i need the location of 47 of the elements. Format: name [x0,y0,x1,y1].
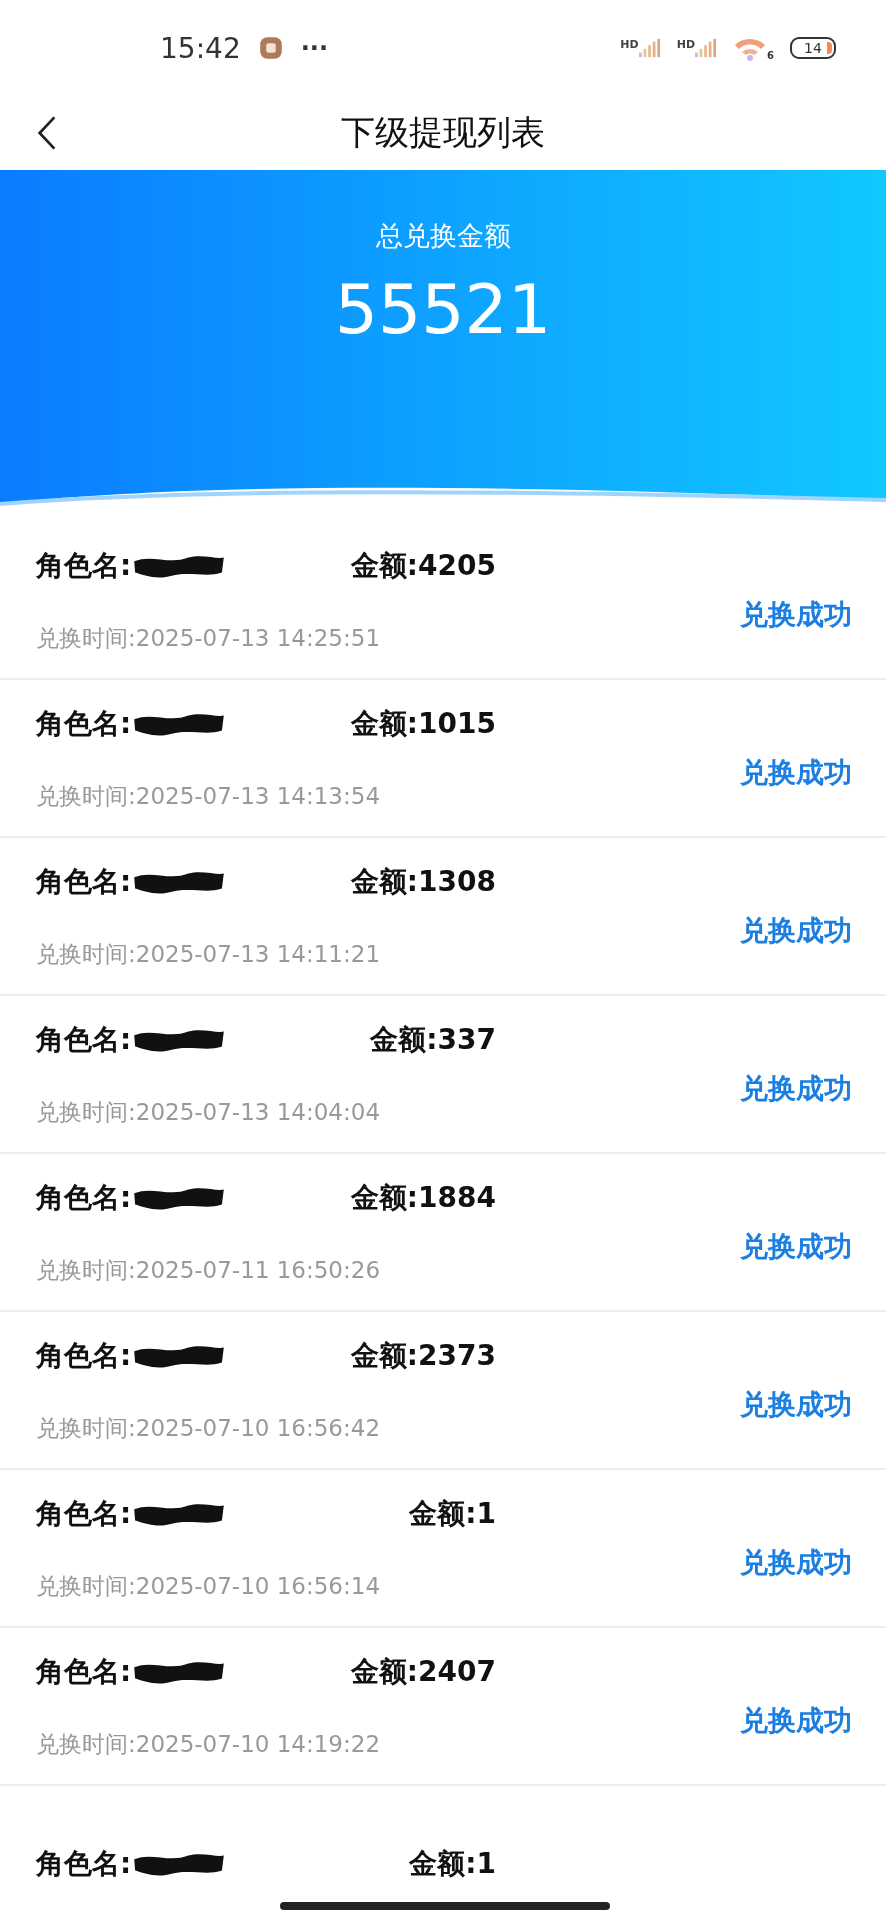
battery-level: 14 [804,40,822,56]
exchange-time: 兑换时间:2025-07-10 14:19:22 [36,1729,382,1759]
wifi-number-label: 6 [767,50,774,61]
amount-text: 金额:1308 [350,863,496,900]
amount-text: 金额:1884 [350,1179,496,1216]
role-name-label: 角色名: [36,705,132,742]
signal-icon [638,38,661,58]
exchange-time: 兑换时间:2025-07-13 14:25:51 [36,623,382,653]
role-name-label: 角色名: [36,863,132,900]
summary-total: 55521 [334,270,552,349]
exchange-time: 兑换时间:2025-07-11 16:50:26 [36,1255,382,1285]
amount-text: 金额:1 [409,1846,496,1882]
role-name-label: 角色名: [36,1653,132,1690]
amount-text: 金额:2373 [350,1337,496,1374]
status-text: 兑换成功 [740,913,852,949]
amount-text: 金额:4205 [350,547,496,584]
signal-icon [695,38,718,58]
exchange-time: 兑换时间:2025-07-10 16:56:14 [36,1571,382,1601]
role-name-label: 角色名: [36,1495,132,1532]
status-text: 兑换成功 [740,1229,852,1265]
page-title: 下级提现列表 [341,111,545,154]
exchange-time: 兑换时间:2025-07-13 14:13:54 [36,781,382,811]
amount-text: 金额:337 [370,1021,496,1058]
status-text: 兑换成功 [740,1387,852,1423]
app-icon [258,36,283,60]
amount-text: 金额:2407 [350,1653,496,1690]
amount-text: 金额:1 [409,1495,496,1532]
role-name-label: 角色名: [36,1021,132,1058]
clock-time: 15:42 [160,31,241,65]
battery-fill [827,42,832,54]
hd-label: HD [676,38,696,51]
status-text: 兑换成功 [740,1703,852,1739]
more-dots: ··· [300,34,329,62]
status-text: 兑换成功 [740,1545,852,1581]
role-name-label: 角色名: [36,1179,132,1216]
exchange-time: 兑换时间:2025-07-13 14:04:04 [36,1097,382,1127]
status-text: 兑换成功 [740,1071,852,1107]
exchange-time: 兑换时间:2025-07-13 14:11:21 [36,939,382,969]
amount-text: 金额:1015 [350,705,496,742]
role-name-label: 角色名: [36,547,132,584]
status-text: 兑换成功 [740,597,852,633]
summary-label: 总兑换金额 [375,219,511,253]
hd-label: HD [620,38,639,51]
status-text: 兑换成功 [740,755,852,791]
exchange-time: 兑换时间:2025-07-10 16:56:42 [36,1413,382,1443]
role-name-label: 角色名: [36,1846,132,1882]
role-name-label: 角色名: [36,1337,132,1374]
